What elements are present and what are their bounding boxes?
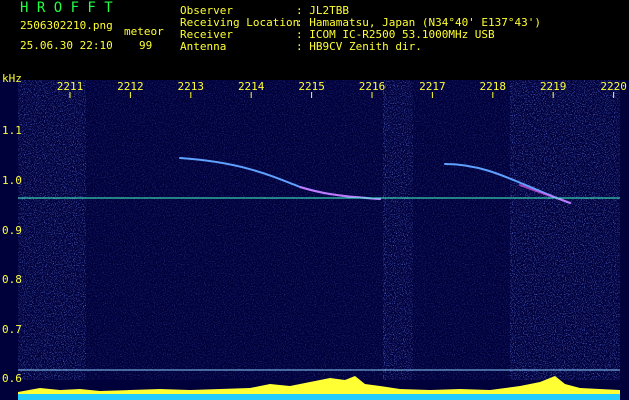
x-tick-label: 2212 [117, 80, 144, 93]
x-tick-label: 2216 [358, 80, 386, 93]
baseline-strip [18, 394, 620, 400]
file-name: 2506302210.png [20, 19, 113, 32]
x-tick-label: 2217 [419, 80, 446, 93]
spectrogram [0, 80, 629, 400]
x-tick-label: 2218 [479, 80, 507, 93]
x-tick-label: 2211 [56, 80, 84, 93]
x-tick-label: 2219 [539, 80, 567, 93]
antenna-label: Antenna [180, 40, 227, 53]
y-tick-label: 1.0 [2, 174, 22, 187]
antenna-value: : HB9CV Zenith dir. [296, 40, 422, 53]
y-tick-label: 0.7 [2, 323, 22, 336]
x-tick-label: 2215 [298, 80, 325, 93]
y-axis-unit: kHz [2, 72, 22, 85]
x-tick-label: 2213 [177, 80, 205, 93]
meteor-count: 99 [139, 39, 153, 52]
timestamp: 25.06.30 22:10 [20, 39, 113, 52]
x-tick-label: 2214 [237, 80, 265, 93]
mode-label: meteor [124, 25, 164, 38]
app-logo: H R O F F T [20, 0, 113, 16]
y-tick-label: 0.9 [2, 224, 22, 237]
y-tick-label: 1.1 [2, 124, 22, 137]
noise-bands [18, 80, 620, 380]
y-tick-label: 0.8 [2, 273, 22, 286]
x-tick-label: 2220 [600, 80, 627, 93]
y-tick-label: 0.6 [2, 372, 22, 385]
